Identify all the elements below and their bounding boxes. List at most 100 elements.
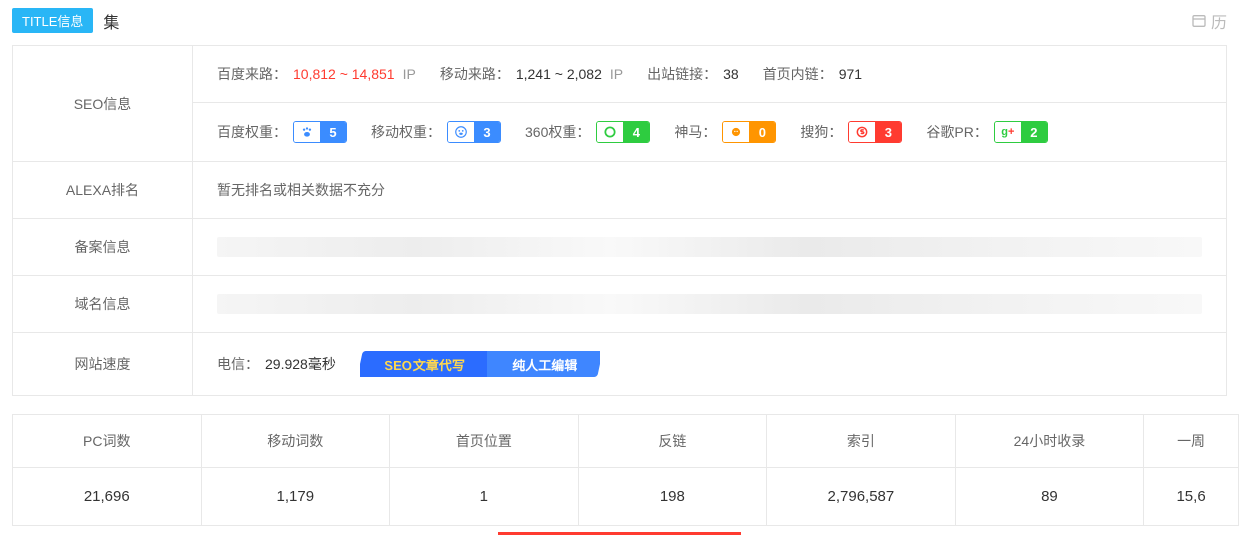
tab-indicator[interactable] <box>12 532 255 536</box>
title-badge: TITLE信息 <box>12 8 93 33</box>
shenma-weight[interactable]: 神马 0 <box>674 121 776 143</box>
stats-col[interactable]: 24小时收录 89 <box>956 415 1145 525</box>
bottom-tabs <box>12 532 1227 536</box>
s360-weight-badge: 4 <box>596 121 650 143</box>
stats-value: 2,796,587 <box>767 468 955 525</box>
beian-row: 备案信息 <box>13 219 1226 276</box>
outlinks[interactable]: 出站链接 38 <box>647 64 739 84</box>
sogou-weight-value: 3 <box>875 122 901 142</box>
s360-icon <box>597 122 623 142</box>
baidu-weight[interactable]: 百度权重 5 <box>217 121 347 143</box>
baidu-weight-value: 5 <box>320 122 346 142</box>
tab-indicator[interactable] <box>741 532 984 536</box>
mobile-weight-value: 3 <box>474 122 500 142</box>
s360-weight-value: 4 <box>623 122 649 142</box>
tab-indicator[interactable] <box>255 532 498 536</box>
stats-col[interactable]: 反链 198 <box>579 415 768 525</box>
info-table: SEO信息 百度来路 10,812 ~ 14,851 IP 移动来路 1,241… <box>12 45 1227 396</box>
promo-pill[interactable]: SEO文章代写 纯人工编辑 <box>357 351 603 377</box>
inlinks-label: 首页内链 <box>763 64 833 84</box>
sogou-weight-badge: 3 <box>848 121 902 143</box>
stats-col[interactable]: 移动词数 1,179 <box>202 415 391 525</box>
tab-indicator[interactable] <box>984 532 1227 536</box>
stats-col[interactable]: 一周 15,6 <box>1144 415 1238 525</box>
seo-traffic-row: 百度来路 10,812 ~ 14,851 IP 移动来路 1,241 ~ 2,0… <box>193 46 1226 103</box>
seo-label: SEO信息 <box>13 46 193 161</box>
title-text: 集 <box>103 9 119 33</box>
beian-label: 备案信息 <box>13 219 193 275</box>
domain-content <box>193 276 1226 332</box>
stats-head: 一周 <box>1144 415 1238 468</box>
baidu-traffic-value: 10,812 ~ 14,851 <box>293 66 395 82</box>
stats-head: 移动词数 <box>202 415 390 468</box>
speed-label: 网站速度 <box>13 333 193 395</box>
speed-value: 29.928毫秒 <box>265 354 336 374</box>
alexa-label: ALEXA排名 <box>13 162 193 218</box>
mobile-traffic[interactable]: 移动来路 1,241 ~ 2,082 IP <box>440 64 623 84</box>
speed-content: 电信 29.928毫秒 SEO文章代写 纯人工编辑 <box>193 333 1226 395</box>
baidu-traffic[interactable]: 百度来路 10,812 ~ 14,851 IP <box>217 64 416 84</box>
baidu-traffic-label: 百度来路 <box>217 64 287 84</box>
s360-weight-label: 360权重 <box>525 122 590 142</box>
sogou-icon <box>849 122 875 142</box>
google-icon: g+ <box>995 122 1021 142</box>
mobile-traffic-value: 1,241 ~ 2,082 <box>516 66 602 82</box>
mobile-paw-icon <box>448 122 474 142</box>
history-icon[interactable]: 历 <box>1191 9 1227 33</box>
speed-metric: 电信 29.928毫秒 <box>217 354 336 374</box>
stats-head: PC词数 <box>13 415 201 468</box>
sogou-weight[interactable]: 搜狗 3 <box>800 121 902 143</box>
sogou-weight-label: 搜狗 <box>800 122 842 142</box>
history-label: 历 <box>1211 9 1227 33</box>
google-pr[interactable]: 谷歌PR g+ 2 <box>926 121 1047 143</box>
promo-text-b: 纯人工编辑 <box>487 351 600 377</box>
stats-value: 198 <box>579 468 767 525</box>
alexa-value: 暂无排名或相关数据不充分 <box>217 180 385 200</box>
mobile-weight-label: 移动权重 <box>371 122 441 142</box>
mobile-weight-badge: 3 <box>447 121 501 143</box>
stats-head: 索引 <box>767 415 955 468</box>
baidu-paw-icon <box>294 122 320 142</box>
shenma-weight-value: 0 <box>749 122 775 142</box>
stats-value: 1,179 <box>202 468 390 525</box>
seo-content: 百度来路 10,812 ~ 14,851 IP 移动来路 1,241 ~ 2,0… <box>193 46 1226 161</box>
stats-col[interactable]: PC词数 21,696 <box>13 415 202 525</box>
stats-table: PC词数 21,696 移动词数 1,179 首页位置 1 反链 198 索引 … <box>12 414 1239 526</box>
title-row: TITLE信息 集 历 <box>0 0 1239 41</box>
promo-text-a: SEO文章代写 <box>360 351 487 377</box>
beian-content <box>193 219 1226 275</box>
stats-head: 反链 <box>579 415 767 468</box>
mobile-traffic-label: 移动来路 <box>440 64 510 84</box>
inlinks-value: 971 <box>839 66 862 82</box>
stats-value: 1 <box>390 468 578 525</box>
redacted-content <box>217 294 1202 314</box>
stats-col[interactable]: 索引 2,796,587 <box>767 415 956 525</box>
seo-row: SEO信息 百度来路 10,812 ~ 14,851 IP 移动来路 1,241… <box>13 46 1226 162</box>
outlinks-value: 38 <box>723 66 739 82</box>
domain-label: 域名信息 <box>13 276 193 332</box>
speed-row: 网站速度 电信 29.928毫秒 SEO文章代写 纯人工编辑 <box>13 333 1226 395</box>
domain-row: 域名信息 <box>13 276 1226 333</box>
alexa-content: 暂无排名或相关数据不充分 <box>193 162 1226 218</box>
mobile-weight[interactable]: 移动权重 3 <box>371 121 501 143</box>
outlinks-label: 出站链接 <box>647 64 717 84</box>
stats-col[interactable]: 首页位置 1 <box>390 415 579 525</box>
tab-indicator-active[interactable] <box>498 532 741 536</box>
shenma-weight-badge: 0 <box>722 121 776 143</box>
baidu-traffic-unit: IP <box>403 66 416 82</box>
stats-value: 21,696 <box>13 468 201 525</box>
shenma-weight-label: 神马 <box>674 122 716 142</box>
stats-value: 89 <box>956 468 1144 525</box>
google-pr-label: 谷歌PR <box>926 122 987 142</box>
alexa-row: ALEXA排名 暂无排名或相关数据不充分 <box>13 162 1226 219</box>
shenma-icon <box>723 122 749 142</box>
redacted-content <box>217 237 1202 257</box>
google-pr-value: 2 <box>1021 122 1047 142</box>
stats-value: 15,6 <box>1144 468 1238 525</box>
stats-head: 24小时收录 <box>956 415 1144 468</box>
s360-weight[interactable]: 360权重 4 <box>525 121 650 143</box>
baidu-weight-label: 百度权重 <box>217 122 287 142</box>
inlinks[interactable]: 首页内链 971 <box>763 64 862 84</box>
baidu-weight-badge: 5 <box>293 121 347 143</box>
seo-weights-row: 百度权重 5 移动权重 3 <box>193 103 1226 161</box>
